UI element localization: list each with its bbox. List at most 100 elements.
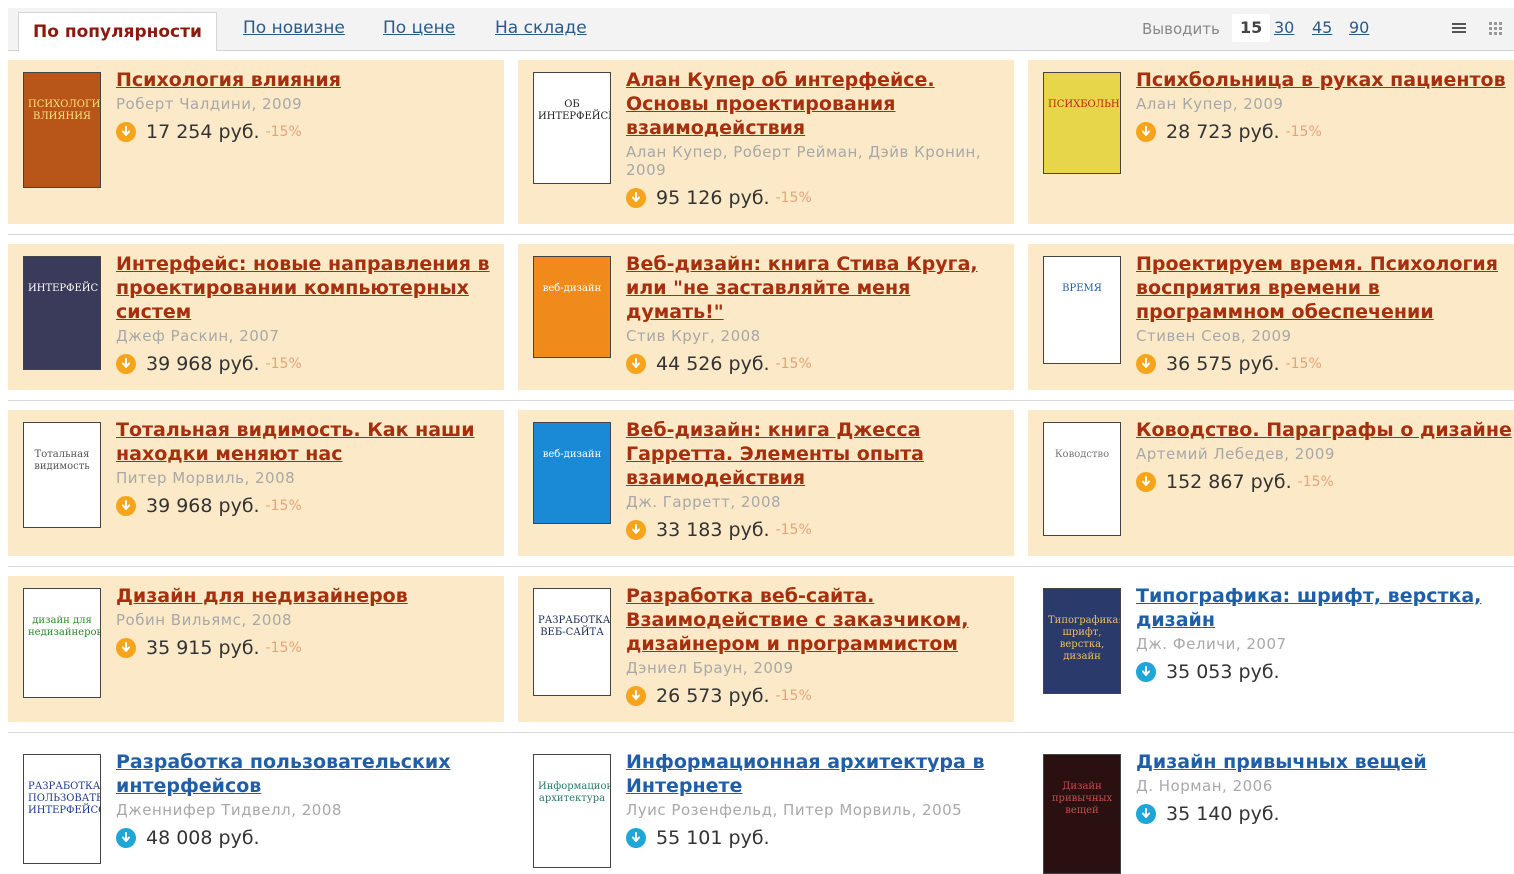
book-cover-image[interactable]: ПСИХОЛОГИЯ ВЛИЯНИЯ bbox=[23, 72, 101, 188]
book-title-link[interactable]: Алан Купер об интерфейсе. Основы проекти… bbox=[626, 68, 1010, 140]
book-cover-image[interactable]: ПСИХБОЛЬНИЦА bbox=[1043, 72, 1121, 174]
sort-toolbar: По популярности По новизне По цене На ск… bbox=[8, 8, 1514, 51]
book-title-link[interactable]: Дизайн привычных вещей bbox=[1136, 750, 1514, 774]
book-cover-image[interactable]: ИНТЕРФЕЙС bbox=[23, 256, 101, 370]
price-row: 35 140 руб. bbox=[1136, 803, 1514, 825]
discount-badge: -15% bbox=[775, 688, 812, 704]
per-page-15: 15 bbox=[1232, 14, 1271, 42]
price-row: 28 723 руб. -15% bbox=[1136, 121, 1514, 143]
price-row: 17 254 руб. -15% bbox=[116, 121, 500, 143]
price-arrow-icon bbox=[626, 354, 646, 374]
per-page-45[interactable]: 45 bbox=[1312, 18, 1332, 37]
book-card: ПСИХБОЛЬНИЦА Психбольница в руках пациент… bbox=[1028, 60, 1514, 224]
tab-price[interactable]: По цене bbox=[383, 18, 455, 38]
book-price: 35 140 руб. bbox=[1166, 803, 1280, 825]
price-row: 55 101 руб. bbox=[626, 827, 1010, 849]
book-title-link[interactable]: Типографика: шрифт, верстка, дизайн bbox=[1136, 584, 1514, 632]
book-price: 44 526 руб. bbox=[656, 353, 770, 375]
book-title-link[interactable]: Проектируем время. Психология восприятия… bbox=[1136, 252, 1514, 324]
price-arrow-icon bbox=[1136, 122, 1156, 142]
per-page-30[interactable]: 30 bbox=[1274, 18, 1294, 37]
book-cover-image[interactable]: Дизайн привычных вещей bbox=[1043, 754, 1121, 874]
price-arrow-icon bbox=[116, 496, 136, 516]
book-cover-image[interactable]: веб-дизайн bbox=[533, 256, 611, 358]
book-author: Дж. Гарретт, 2008 bbox=[626, 493, 782, 511]
book-cover-image[interactable]: ОБ ИНТЕРФЕЙСЕ bbox=[533, 72, 611, 184]
book-cover-image[interactable]: Ководство bbox=[1043, 422, 1121, 536]
tab-newest[interactable]: По новизне bbox=[243, 18, 345, 38]
price-row: 95 126 руб. -15% bbox=[626, 187, 1010, 209]
book-price: 36 575 руб. bbox=[1166, 353, 1280, 375]
row-divider bbox=[8, 400, 1514, 401]
tab-in-stock[interactable]: На складе bbox=[495, 18, 587, 38]
row-divider bbox=[8, 732, 1514, 733]
book-title-link[interactable]: Интерфейс: новые направления в проектиро… bbox=[116, 252, 500, 324]
book-title-link[interactable]: Разработка пользовательских интерфейсов bbox=[116, 750, 500, 798]
book-title-link[interactable]: Веб-дизайн: книга Стива Круга, или "не з… bbox=[626, 252, 1010, 324]
cover-title: Типографика: шрифт, верстка, дизайн bbox=[1048, 615, 1121, 662]
cover-title: Тотальная видимость bbox=[34, 449, 90, 472]
book-card: ИНТЕРФЕЙС Интерфейс: новые направления в … bbox=[8, 244, 504, 390]
price-arrow-icon bbox=[116, 354, 136, 374]
discount-badge: -15% bbox=[1285, 356, 1322, 372]
cover-title: Ководство bbox=[1054, 449, 1110, 460]
book-author: Роберт Чалдини, 2009 bbox=[116, 95, 303, 113]
price-row: 48 008 руб. bbox=[116, 827, 500, 849]
price-arrow-icon bbox=[626, 520, 646, 540]
cover-title: ПСИХБОЛЬНИЦА bbox=[1048, 99, 1120, 110]
book-cover-image[interactable]: дизайн для недизайнеров bbox=[23, 588, 101, 698]
book-title-link[interactable]: Психология влияния bbox=[116, 68, 500, 92]
book-cover-image[interactable]: Типографика: шрифт, верстка, дизайн bbox=[1043, 588, 1121, 694]
book-author: Стив Круг, 2008 bbox=[626, 327, 761, 345]
book-title-link[interactable]: Психбольница в руках пациентов bbox=[1136, 68, 1514, 92]
discount-badge: -15% bbox=[775, 522, 812, 538]
book-card: ОБ ИНТЕРФЕЙСЕ Алан Купер об интерфейсе. О… bbox=[518, 60, 1014, 224]
book-author: Дэниел Браун, 2009 bbox=[626, 659, 794, 677]
book-card: Тотальная видимость Тотальная видимость. … bbox=[8, 410, 504, 556]
price-arrow-icon bbox=[626, 188, 646, 208]
book-author: Робин Вильямс, 2008 bbox=[116, 611, 293, 629]
book-title-link[interactable]: Информационная архитектура в Интернете bbox=[626, 750, 1010, 798]
discount-badge: -15% bbox=[265, 124, 302, 140]
book-card: веб-дизайн Веб-дизайн: книга Стива Круга,… bbox=[518, 244, 1014, 390]
discount-badge: -15% bbox=[1297, 474, 1334, 490]
book-cover-image[interactable]: ВРЕМЯ bbox=[1043, 256, 1121, 364]
price-row: 35 915 руб. -15% bbox=[116, 637, 500, 659]
book-cover-image[interactable]: РАЗРАБОТКА ПОЛЬЗОВАТЕЛЬСКИХ ИНТЕРФЕЙСОВ bbox=[23, 754, 101, 864]
price-arrow-icon bbox=[116, 638, 136, 658]
price-row: 26 573 руб. -15% bbox=[626, 685, 1010, 707]
book-cover-image[interactable]: Информационная архитектура bbox=[533, 754, 611, 868]
book-title-link[interactable]: Дизайн для недизайнеров bbox=[116, 584, 500, 608]
book-card: дизайн для недизайнеров Дизайн для недиза… bbox=[8, 576, 504, 722]
book-title-link[interactable]: Веб-дизайн: книга Джесса Гарретта. Элеме… bbox=[626, 418, 1010, 490]
book-title-link[interactable]: Тотальная видимость. Как наши находки ме… bbox=[116, 418, 500, 466]
book-title-link[interactable]: Ководство. Параграфы о дизайне bbox=[1136, 418, 1514, 442]
cover-title: ИНТЕРФЕЙС bbox=[28, 283, 99, 294]
book-price: 33 183 руб. bbox=[656, 519, 770, 541]
price-arrow-icon bbox=[626, 686, 646, 706]
per-page-90[interactable]: 90 bbox=[1349, 18, 1369, 37]
book-card: Типографика: шрифт, верстка, дизайн Типог… bbox=[1028, 576, 1514, 722]
grid-view-icon[interactable] bbox=[1487, 20, 1503, 36]
book-author: Д. Норман, 2006 bbox=[1136, 777, 1273, 795]
book-card: ВРЕМЯ Проектируем время. Психология воспр… bbox=[1028, 244, 1514, 390]
book-author: Стивен Сеов, 2009 bbox=[1136, 327, 1292, 345]
book-title-link[interactable]: Разработка веб-сайта. Взаимодействие с з… bbox=[626, 584, 1010, 656]
list-view-icon[interactable] bbox=[1451, 20, 1467, 36]
cover-title: Дизайн привычных вещей bbox=[1051, 781, 1113, 816]
book-author: Питер Морвиль, 2008 bbox=[116, 469, 296, 487]
book-price: 28 723 руб. bbox=[1166, 121, 1280, 143]
book-price: 39 968 руб. bbox=[146, 353, 260, 375]
book-cover-image[interactable]: РАЗРАБОТКА ВЕБ-САЙТА bbox=[533, 588, 611, 696]
tab-popularity[interactable]: По популярности bbox=[18, 12, 217, 51]
book-author: Алан Купер, Роберт Рейман, Дэйв Кронин, … bbox=[626, 143, 982, 179]
book-cover-image[interactable]: веб-дизайн bbox=[533, 422, 611, 524]
book-cover-image[interactable]: Тотальная видимость bbox=[23, 422, 101, 528]
cover-title: ПСИХОЛОГИЯ ВЛИЯНИЯ bbox=[28, 99, 101, 122]
book-author: Луис Розенфельд, Питер Морвиль, 2005 bbox=[626, 801, 963, 819]
book-price: 152 867 руб. bbox=[1166, 471, 1292, 493]
cover-title: веб-дизайн bbox=[542, 449, 602, 460]
book-card: РАЗРАБОТКА ВЕБ-САЙТА Разработка веб-сайта… bbox=[518, 576, 1014, 722]
cover-title: веб-дизайн bbox=[542, 283, 602, 294]
book-author: Джеф Раскин, 2007 bbox=[116, 327, 280, 345]
